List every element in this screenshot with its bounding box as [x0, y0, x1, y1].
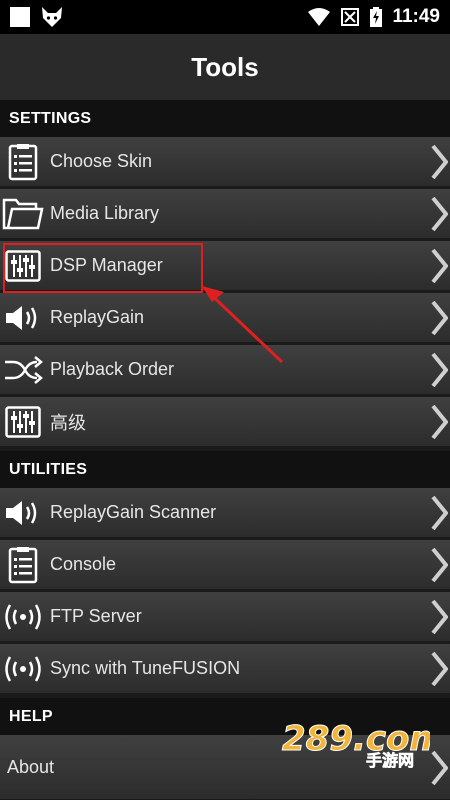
chevron-right-icon [431, 249, 448, 283]
menu-item-advanced[interactable]: 高级 [0, 397, 450, 447]
app-header: Tools [0, 34, 450, 100]
menu-item-label: Sync with TuneFUSION [50, 658, 241, 678]
menu-item-sync-tunefusion[interactable]: Sync with TuneFUSION [0, 644, 450, 694]
speaker-icon [0, 488, 46, 538]
fox-icon [42, 7, 62, 27]
page-title: Tools [191, 51, 259, 82]
annotation-highlight-box [3, 243, 203, 293]
menu-item-label: Console [50, 554, 117, 574]
menu-item-choose-skin[interactable]: Choose Skin [0, 137, 450, 187]
menu-item-label: Choose Skin [50, 151, 153, 171]
chevron-right-icon [431, 600, 448, 634]
clipboard-list-icon [0, 540, 46, 590]
speaker-icon [0, 293, 46, 343]
menu-item-media-library[interactable]: Media Library [0, 189, 450, 239]
menu-item-label: About [7, 756, 55, 777]
menu-item-label: ReplayGain [50, 307, 145, 327]
wifi-icon [308, 8, 331, 26]
chevron-right-icon [431, 197, 448, 231]
section-title: SETTINGS [9, 109, 92, 127]
section-settings: SETTINGS [0, 100, 450, 137]
section-title: UTILITIES [9, 460, 88, 478]
folder-icon [0, 189, 46, 239]
clock: 11:49 [392, 6, 440, 27]
chevron-right-icon [431, 405, 448, 439]
chevron-right-icon [431, 145, 448, 179]
chevron-right-icon [431, 496, 448, 530]
section-utilities: UTILITIES [0, 451, 450, 488]
broadcast-icon [0, 592, 46, 642]
watermark-subtext: 手游网 [366, 751, 414, 768]
menu-item-label: 高级 [50, 412, 86, 433]
shuffle-icon [0, 345, 46, 395]
broadcast-icon [0, 644, 46, 694]
menu-item-label: Playback Order [50, 359, 175, 379]
section-title: HELP [9, 707, 53, 725]
menu-item-console[interactable]: Console [0, 540, 450, 590]
battery-charging-icon [370, 7, 383, 27]
watermark-logo: 289.com 手游网 [280, 716, 446, 771]
chevron-right-icon [431, 301, 448, 335]
square-icon [10, 7, 30, 27]
menu-item-label: Media Library [50, 203, 160, 223]
chevron-right-icon [431, 751, 448, 785]
chevron-right-icon [431, 548, 448, 582]
menu-item-replaygain-scanner[interactable]: ReplayGain Scanner [0, 488, 450, 538]
annotation-arrow-icon [202, 286, 284, 364]
no-sim-icon [341, 8, 360, 26]
equalizer-icon [0, 397, 46, 447]
clipboard-list-icon [0, 137, 46, 187]
menu-item-label: ReplayGain Scanner [50, 502, 217, 522]
chevron-right-icon [431, 353, 448, 387]
menu-item-label: FTP Server [50, 606, 142, 626]
status-bar: 11:49 [0, 0, 450, 34]
menu-item-ftp-server[interactable]: FTP Server [0, 592, 450, 642]
chevron-right-icon [431, 652, 448, 686]
